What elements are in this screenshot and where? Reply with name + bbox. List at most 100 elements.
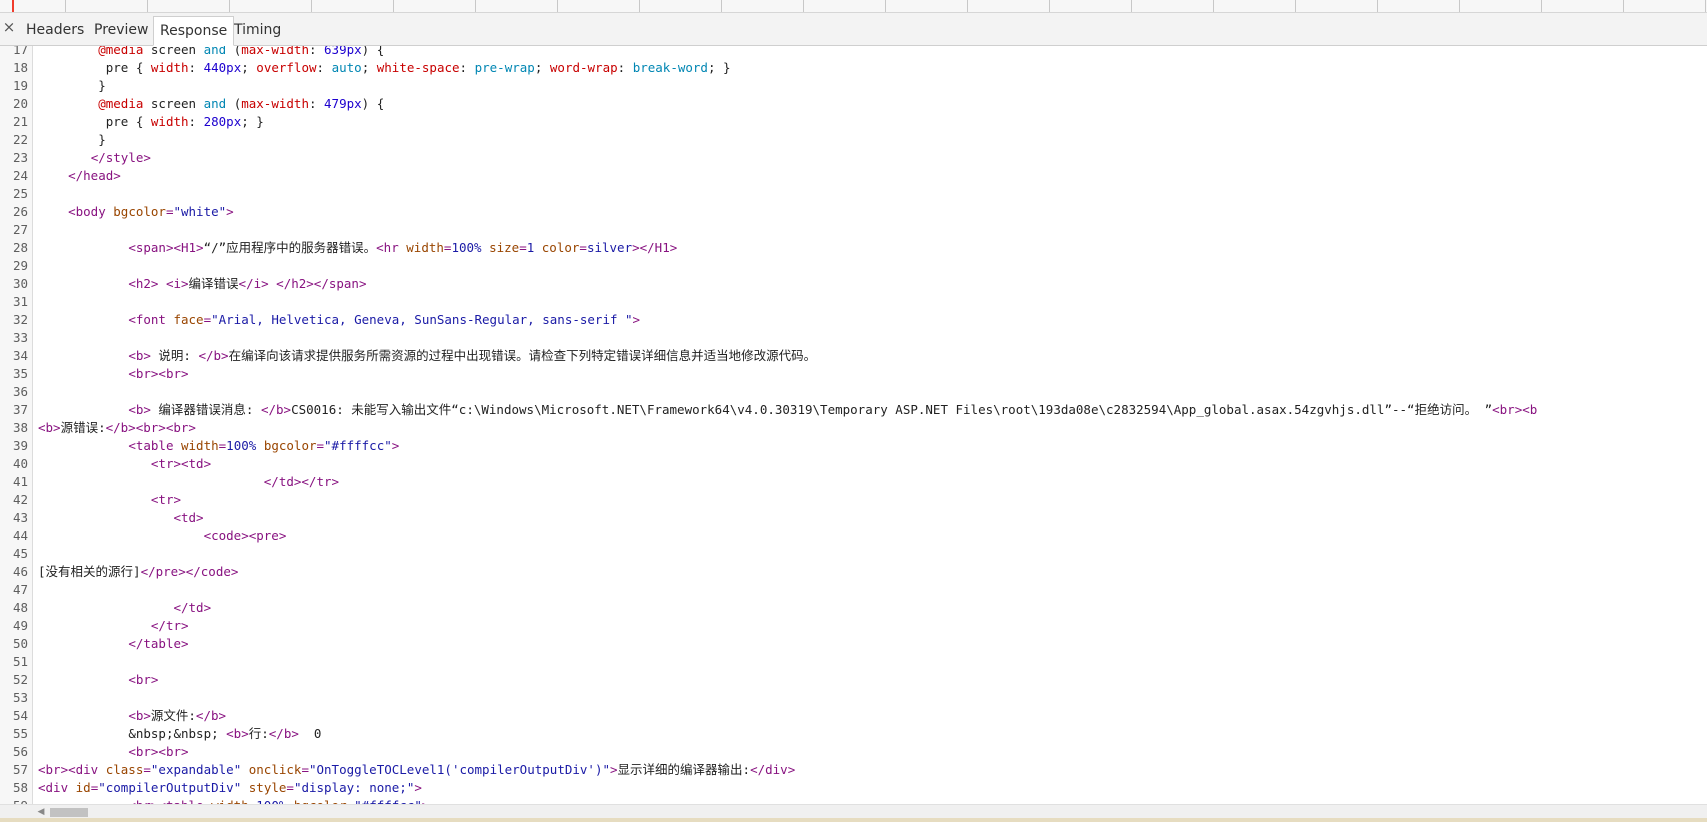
line-number: 43 bbox=[12, 510, 28, 525]
code-line: 49 </tr> bbox=[0, 617, 1707, 635]
close-icon[interactable]: × bbox=[2, 19, 16, 35]
horizontal-scrollbar[interactable]: ◀ bbox=[0, 804, 1707, 819]
scrollbar-thumb[interactable] bbox=[50, 808, 88, 817]
code-token: > bbox=[391, 438, 400, 453]
code-token: screen bbox=[143, 96, 204, 111]
line-number: 45 bbox=[12, 546, 28, 561]
code-token: </i> </h2></span> bbox=[238, 276, 367, 291]
code-token: <br><br> bbox=[128, 366, 189, 381]
code-token: <b> bbox=[128, 402, 151, 417]
code-line: 55 &nbsp;&nbsp; <b>行:</b> 0 bbox=[0, 725, 1707, 743]
code-token: <body bbox=[68, 204, 114, 219]
code-text: <b> 说明: </b>在编译向该请求提供服务所需资源的过程中出现错误。请检查下… bbox=[38, 347, 816, 365]
code-token: <div bbox=[38, 780, 76, 795]
tab-headers[interactable]: Headers bbox=[20, 16, 90, 44]
code-token: </td> bbox=[173, 600, 212, 615]
code-text: </tr> bbox=[38, 617, 189, 635]
code-token: @media bbox=[98, 46, 144, 57]
code-token: word-wrap bbox=[549, 60, 618, 75]
code-token: <br><br> bbox=[128, 744, 189, 759]
code-token: ; bbox=[361, 60, 377, 75]
code-line: 45 bbox=[0, 545, 1707, 563]
code-line: 59 <br><table width=100% bgcolor="#ffffc… bbox=[0, 797, 1707, 804]
tab-timing[interactable]: Timing bbox=[228, 16, 287, 44]
code-text: <tr><td> bbox=[38, 455, 211, 473]
code-line: 27 bbox=[0, 221, 1707, 239]
code-text: <h2> <i>编译错误</i> </h2></span> bbox=[38, 275, 366, 293]
code-token: </head> bbox=[68, 168, 121, 183]
code-token: > bbox=[610, 762, 618, 777]
code-text: <font face="Arial, Helvetica, Geneva, Su… bbox=[38, 311, 640, 329]
code-token: “/”应用程序中的服务器错误。 bbox=[203, 240, 377, 255]
line-number: 42 bbox=[12, 492, 28, 507]
code-text: @media screen and (max-width: 639px) { bbox=[38, 46, 384, 59]
code-token: 479px bbox=[324, 96, 362, 111]
line-number: 40 bbox=[12, 456, 28, 471]
code-token: = bbox=[203, 312, 212, 327]
code-line: 32 <font face="Arial, Helvetica, Geneva,… bbox=[0, 311, 1707, 329]
code-token: break-word bbox=[632, 60, 708, 75]
code-line: 19 } bbox=[0, 77, 1707, 95]
code-line: 25 bbox=[0, 185, 1707, 203]
code-token: <span><H1> bbox=[128, 240, 204, 255]
code-text: &nbsp;&nbsp; <b>行:</b> 0 bbox=[38, 725, 321, 743]
code-line: 50 </table> bbox=[0, 635, 1707, 653]
code-token: face bbox=[173, 312, 204, 327]
code-line: 47 bbox=[0, 581, 1707, 599]
code-text: </td></tr> bbox=[38, 473, 339, 491]
code-text: <br><br> bbox=[38, 743, 189, 761]
scroll-left-arrow-icon[interactable]: ◀ bbox=[36, 806, 46, 818]
line-number: 51 bbox=[12, 654, 28, 669]
code-text: </head> bbox=[38, 167, 121, 185]
code-token: 编译错误 bbox=[188, 276, 239, 291]
code-token: 0 bbox=[298, 726, 322, 741]
code-token: <br><div bbox=[38, 762, 106, 777]
code-text: <br><div class="expandable" onclick="OnT… bbox=[38, 761, 795, 779]
ruler-tick bbox=[65, 0, 66, 12]
code-token: "compilerOutputDiv" bbox=[98, 780, 242, 795]
code-line: 37 <b> 编译器错误消息: </b>CS0016: 未能写入输出文件“c:\… bbox=[0, 401, 1707, 419]
code-token: <table bbox=[128, 438, 181, 453]
tab-response[interactable]: Response bbox=[153, 16, 235, 46]
code-token: </td></tr> bbox=[263, 474, 340, 489]
code-token: = bbox=[143, 762, 151, 777]
ruler-tick bbox=[1705, 0, 1706, 12]
line-number: 41 bbox=[12, 474, 28, 489]
code-line: 42 <tr> bbox=[0, 491, 1707, 509]
code-line: 33 bbox=[0, 329, 1707, 347]
tab-preview[interactable]: Preview bbox=[88, 16, 155, 44]
code-token: ) { bbox=[361, 96, 385, 111]
code-text: @media screen and (max-width: 479px) { bbox=[38, 95, 384, 113]
code-line: 26 <body bgcolor="white"> bbox=[0, 203, 1707, 221]
code-text: <br> bbox=[38, 671, 158, 689]
code-token: "OnToggleTOCLevel1('compilerOutputDiv')" bbox=[308, 762, 610, 777]
ruler-tick bbox=[147, 0, 148, 12]
response-code-view[interactable]: 17 @media screen and (max-width: 639px) … bbox=[0, 46, 1707, 804]
code-token: overflow bbox=[256, 60, 317, 75]
code-line: 52 <br> bbox=[0, 671, 1707, 689]
code-token: width bbox=[150, 114, 189, 129]
ruler-tick bbox=[393, 0, 394, 12]
line-number: 38 bbox=[12, 420, 28, 435]
line-number: 35 bbox=[12, 366, 28, 381]
code-token: @media bbox=[98, 96, 144, 111]
code-line: 44 <code><pre> bbox=[0, 527, 1707, 545]
code-text: <br><table width=100% bgcolor="#ffffcc"> bbox=[38, 797, 429, 804]
code-token: </b> bbox=[198, 348, 229, 363]
code-token: ; } bbox=[241, 114, 264, 129]
ruler-tick bbox=[1377, 0, 1378, 12]
code-line: 51 bbox=[0, 653, 1707, 671]
